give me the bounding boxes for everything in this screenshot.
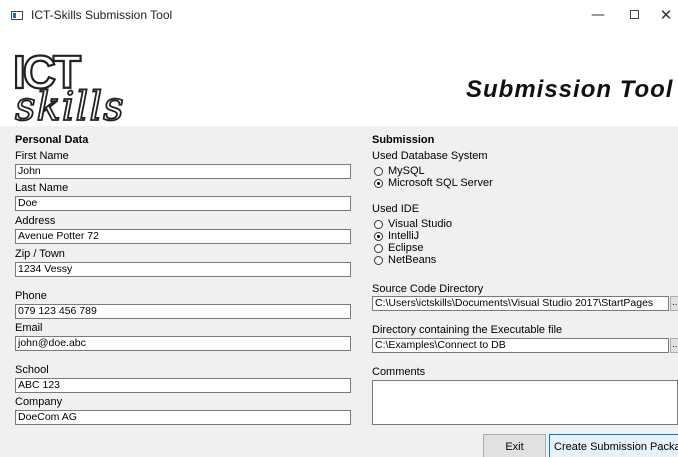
radio-netbeans-label: NetBeans (388, 254, 437, 266)
radio-visual-studio-dot (374, 220, 383, 229)
phone-field[interactable]: 079 123 456 789 (15, 304, 351, 319)
form-panel: Personal Data First Name John Last Name … (0, 126, 678, 457)
address-label: Address (15, 215, 56, 227)
source-dir-field[interactable]: C:\Users\ictskills\Documents\Visual Stud… (372, 296, 669, 311)
first-name-field[interactable]: John (15, 164, 351, 179)
comments-label: Comments (372, 366, 426, 378)
zip-town-label: Zip / Town (15, 248, 65, 260)
radio-eclipse-label: Eclipse (388, 242, 424, 254)
app-window-icon (11, 11, 23, 20)
comments-textarea[interactable] (372, 380, 678, 425)
maximize-button[interactable] (624, 5, 644, 25)
personal-data-heading: Personal Data (15, 134, 89, 146)
company-field[interactable]: DoeCom AG (15, 410, 351, 425)
radio-mysql-label: MySQL (388, 165, 425, 177)
zip-town-field[interactable]: 1234 Vessy (15, 262, 351, 277)
app-window: ICT-Skills Submission Tool — ✕ ICT skill… (0, 0, 678, 457)
ict-skills-logo: ICT skills (12, 45, 125, 126)
minimize-button[interactable]: — (588, 5, 608, 25)
radio-eclipse-dot (374, 244, 383, 253)
radio-intellij-dot (374, 232, 383, 241)
email-field[interactable]: john@doe.abc (15, 336, 351, 351)
source-dir-label: Source Code Directory (372, 283, 484, 295)
logo-skills-text: skills (15, 84, 125, 126)
first-name-label: First Name (15, 150, 69, 162)
radio-mysql-dot (374, 167, 383, 176)
phone-label: Phone (15, 290, 47, 302)
radio-intellij-label: IntelliJ (388, 230, 420, 242)
last-name-field[interactable]: Doe (15, 196, 351, 211)
school-field[interactable]: ABC 123 (15, 378, 351, 393)
source-dir-browse-button[interactable]: ... (670, 296, 678, 311)
radio-mssql-dot (374, 179, 383, 188)
submission-heading: Submission (372, 134, 435, 146)
ide-label: Used IDE (372, 203, 420, 215)
radio-visual-studio-label: Visual Studio (388, 218, 453, 230)
database-label: Used Database System (372, 150, 488, 162)
create-submission-package-button[interactable]: Create Submission Package (549, 434, 678, 457)
page-title: Submission Tool (466, 76, 674, 103)
exe-dir-field[interactable]: C:\Examples\Connect to DB (372, 338, 669, 353)
maximize-icon (629, 9, 639, 19)
close-button[interactable]: ✕ (656, 5, 676, 25)
exe-dir-label: Directory containing the Executable file (372, 324, 563, 336)
window-title: ICT-Skills Submission Tool (31, 8, 173, 22)
exe-dir-browse-button[interactable]: ... (670, 338, 678, 353)
email-label: Email (15, 322, 43, 334)
title-bar: ICT-Skills Submission Tool — ✕ (0, 0, 678, 28)
radio-netbeans-dot (374, 256, 383, 265)
radio-mssql-label: Microsoft SQL Server (388, 177, 493, 189)
exit-button[interactable]: Exit (483, 434, 546, 457)
address-field[interactable]: Avenue Potter 72 (15, 229, 351, 244)
school-label: School (15, 364, 49, 376)
company-label: Company (15, 396, 63, 408)
header-banner: ICT skills Submission Tool (0, 28, 678, 126)
last-name-label: Last Name (15, 182, 69, 194)
